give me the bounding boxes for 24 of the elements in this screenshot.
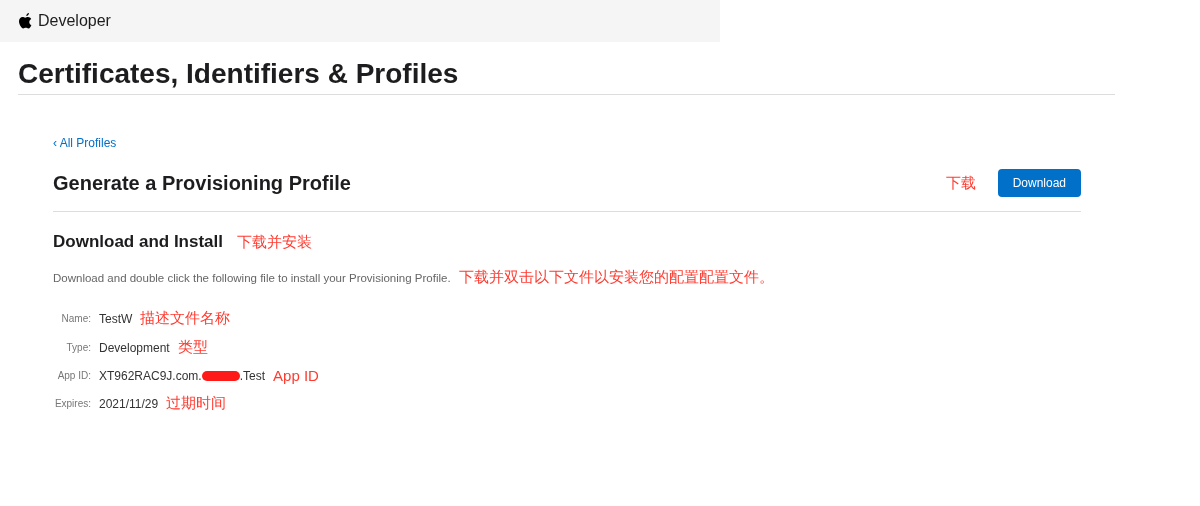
annotation: 类型	[177, 338, 208, 357]
section-title: Generate a Provisioning Profile	[53, 171, 352, 195]
apple-logo-icon	[18, 12, 34, 30]
field-label: Type:	[65, 342, 91, 353]
page-title: Certificates, Identifiers & Profiles	[18, 58, 1115, 95]
field-value: TestW	[99, 311, 133, 326]
field-value: 2021/11/29	[99, 396, 159, 411]
field-value: XT962RAC9J.com.	[99, 368, 202, 383]
field-value: .Test	[239, 368, 266, 383]
description: Download and double click the following file to install your Provisioning Profile.	[53, 271, 451, 284]
field-label: Expires:	[53, 398, 91, 409]
annotation: 下载	[945, 173, 976, 193]
back-link[interactable]: ‹ All Profiles	[53, 136, 117, 150]
field-value: Development	[99, 340, 170, 355]
download-button[interactable]: Download	[997, 169, 1081, 197]
annotation: 过期时间	[166, 394, 227, 413]
annotation: 下载并安装	[237, 232, 312, 252]
subsection-title: Download and Install	[53, 232, 223, 252]
annotation: 下载并双击以下文件以安装您的配置配置文件。	[458, 268, 774, 287]
annotation: 描述文件名称	[140, 309, 231, 328]
field-label: Name:	[60, 313, 91, 324]
field-label: App ID:	[56, 370, 91, 381]
brand-name[interactable]: Developer	[38, 12, 111, 30]
annotation: App ID	[273, 367, 319, 384]
